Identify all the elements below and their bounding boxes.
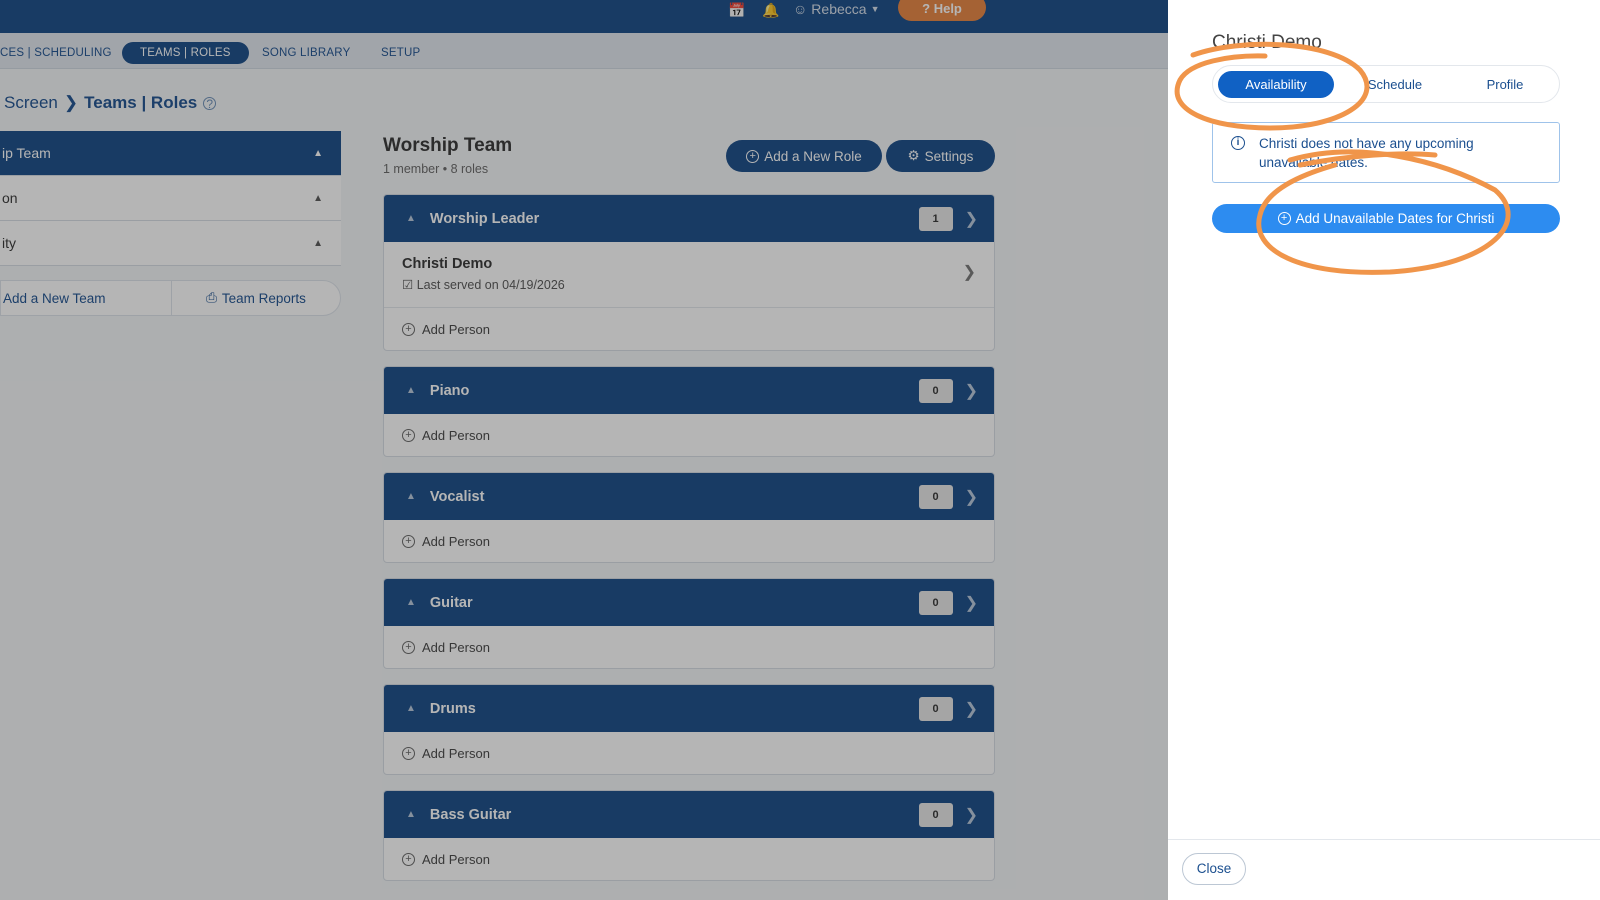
- add-unavailable-label: Add Unavailable Dates for Christi: [1295, 211, 1495, 226]
- tab-profile[interactable]: Profile: [1457, 71, 1553, 98]
- drawer-title: Christi Demo: [1212, 32, 1322, 53]
- drawer-footer: Close: [1168, 839, 1600, 900]
- add-unavailable-dates-button[interactable]: + Add Unavailable Dates for Christi: [1212, 204, 1560, 233]
- drawer-tabs: Availability Schedule Profile: [1212, 65, 1560, 103]
- info-icon: i: [1231, 136, 1245, 150]
- close-button[interactable]: Close: [1182, 853, 1246, 885]
- modal-backdrop[interactable]: [0, 0, 1168, 900]
- notice-text: Christi does not have any upcoming unava…: [1259, 136, 1474, 170]
- tab-availability[interactable]: Availability: [1218, 71, 1334, 98]
- plus-circle-icon: +: [1277, 212, 1291, 225]
- person-drawer: Christi Demo Availability Schedule Profi…: [1168, 0, 1600, 900]
- tab-schedule[interactable]: Schedule: [1345, 71, 1445, 98]
- info-notice: i Christi does not have any upcoming una…: [1212, 122, 1560, 183]
